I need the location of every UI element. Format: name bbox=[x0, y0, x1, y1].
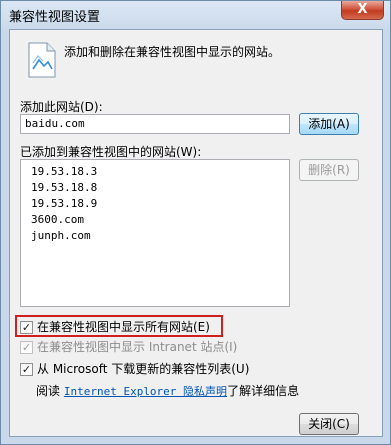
add-site-label: 添加此网站(D): bbox=[20, 100, 103, 114]
add-button[interactable]: 添加(A) bbox=[299, 113, 359, 135]
list-item[interactable]: 19.53.18.8 bbox=[31, 180, 97, 196]
document-icon bbox=[28, 42, 56, 78]
list-item[interactable]: 3600.com bbox=[31, 212, 84, 228]
checkbox-icon[interactable]: ✓ bbox=[20, 363, 33, 376]
checkbox-icon[interactable]: ✓ bbox=[20, 321, 33, 334]
checkbox-icon: ✓ bbox=[20, 341, 33, 354]
compatibility-view-dialog: 兼容性视图设置 X 添加和删除在兼容性视图中显示的网站。 添加此网站(D): b… bbox=[0, 0, 391, 445]
site-list-label: 已添加到兼容性视图中的网站(W): bbox=[20, 145, 202, 159]
window-title: 兼容性视图设置 bbox=[9, 10, 101, 25]
list-item[interactable]: junph.com bbox=[31, 228, 91, 244]
close-button[interactable]: 关闭(C) bbox=[299, 413, 359, 435]
privacy-row: 阅读 Internet Explorer 隐私声明了解详细信息 bbox=[36, 382, 299, 399]
option-label: 在兼容性视图中显示所有网站(E) bbox=[37, 320, 210, 334]
site-listbox[interactable]: 19.53.18.3 19.53.18.8 19.53.18.9 3600.co… bbox=[20, 159, 290, 307]
list-item[interactable]: 19.53.18.9 bbox=[31, 196, 97, 212]
intro-text: 添加和删除在兼容性视图中显示的网站。 bbox=[64, 45, 281, 59]
privacy-suffix: 了解详细信息 bbox=[227, 384, 300, 398]
option-label: 在兼容性视图中显示 Intranet 站点(I) bbox=[37, 340, 238, 354]
privacy-prefix: 阅读 bbox=[36, 384, 61, 398]
title-bar[interactable]: 兼容性视图设置 X bbox=[1, 1, 390, 29]
window-close-button[interactable]: X bbox=[341, 1, 384, 20]
dialog-body: 添加和删除在兼容性视图中显示的网站。 添加此网站(D): baidu.com 添… bbox=[9, 29, 383, 437]
privacy-link[interactable]: Internet Explorer 隐私声明 bbox=[64, 385, 227, 398]
list-item[interactable]: 19.53.18.3 bbox=[31, 164, 97, 180]
remove-button[interactable]: 删除(R) bbox=[299, 159, 359, 181]
add-site-input[interactable]: baidu.com bbox=[20, 114, 290, 134]
option-label: 从 Microsoft 下载更新的兼容性列表(U) bbox=[37, 362, 250, 376]
